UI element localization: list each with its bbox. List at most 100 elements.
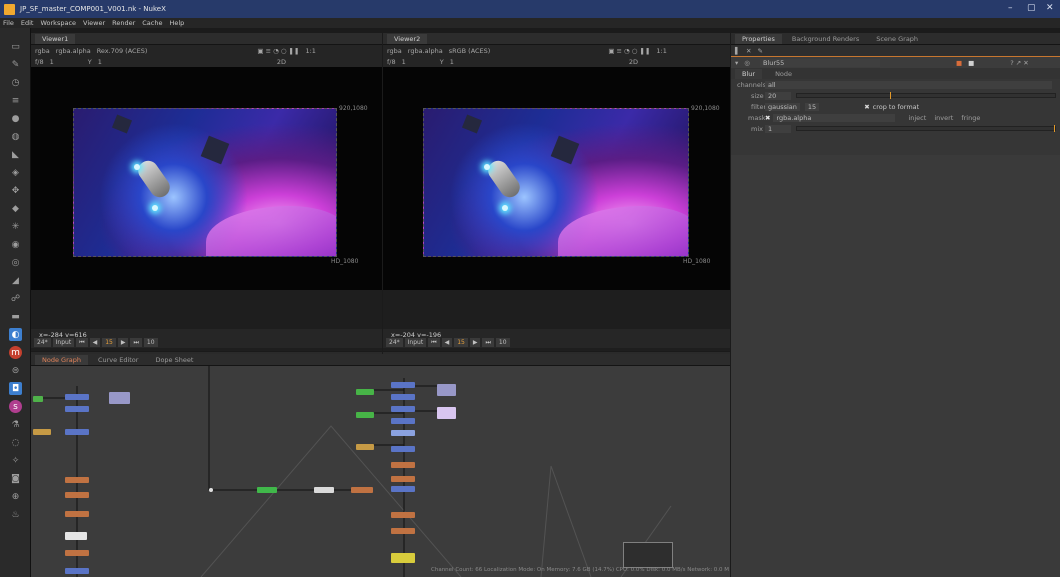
node[interactable]: [65, 394, 89, 400]
filter-quality-field[interactable]: 15: [804, 102, 820, 111]
viewer1-step[interactable]: 10: [143, 338, 158, 347]
viewer1-mode[interactable]: 2D: [277, 58, 286, 66]
views-nodes-icon[interactable]: ◎: [9, 256, 22, 269]
clear-icon[interactable]: ✕: [746, 47, 751, 55]
node-name-field[interactable]: Blur55: [759, 58, 880, 67]
node[interactable]: [356, 389, 374, 395]
viewer2-gamma-lbl[interactable]: 1: [450, 58, 454, 66]
viewer1-fps[interactable]: 24*: [34, 338, 51, 347]
cryptomatte-nodes-icon[interactable]: ⚗: [9, 418, 22, 431]
inject-label[interactable]: inject: [908, 114, 926, 122]
menu-file[interactable]: File: [3, 19, 14, 27]
minimize-button[interactable]: –: [1008, 3, 1013, 13]
dot-node[interactable]: [209, 488, 213, 492]
viewer1-colorspace-select[interactable]: Rex.709 (ACES): [97, 47, 148, 55]
tab-properties[interactable]: Properties: [735, 33, 782, 44]
viewer2-fps[interactable]: 24*: [386, 338, 403, 347]
node[interactable]: [257, 487, 277, 493]
node[interactable]: [437, 384, 456, 396]
mask-select[interactable]: rgba.alpha: [773, 113, 896, 122]
transform-nodes-icon[interactable]: ✥: [9, 184, 22, 197]
tab-viewer2[interactable]: Viewer2: [387, 33, 428, 44]
node[interactable]: [356, 444, 374, 450]
node-color-icon[interactable]: ■: [956, 59, 962, 67]
filter-select[interactable]: gaussian: [765, 102, 800, 111]
node[interactable]: [351, 487, 373, 493]
ofx-nodes-icon[interactable]: ◘: [9, 382, 22, 395]
invert-label[interactable]: invert: [934, 114, 953, 122]
collapse-icon[interactable]: ▾: [735, 59, 738, 67]
menu-render[interactable]: Render: [112, 19, 135, 27]
channels-select[interactable]: all: [765, 80, 1052, 89]
node[interactable]: [391, 512, 415, 518]
viewer1-canvas[interactable]: 920,1080 HD_1080: [31, 67, 382, 290]
viewer2-input[interactable]: Input: [404, 338, 427, 347]
viewer2-frame-lbl[interactable]: 1: [402, 58, 406, 66]
node[interactable]: [391, 486, 415, 492]
node[interactable]: [391, 382, 415, 388]
viewer1-input[interactable]: Input: [52, 338, 75, 347]
prev-frame-button[interactable]: ◀: [89, 338, 101, 347]
viewer1-frame-lbl[interactable]: 1: [50, 58, 54, 66]
size-field[interactable]: 20: [765, 91, 791, 100]
menu-viewer[interactable]: Viewer: [83, 19, 105, 27]
tab-node[interactable]: Node: [768, 69, 799, 79]
node[interactable]: [314, 487, 334, 493]
time-nodes-icon[interactable]: ◷: [9, 76, 22, 89]
node-close-icon[interactable]: ? ↗ ✕: [1010, 59, 1028, 67]
node-graph-panel[interactable]: Node Graph Curve Editor Dope Sheet Chann…: [31, 354, 730, 577]
node[interactable]: [65, 406, 89, 412]
node[interactable]: [33, 429, 51, 435]
viewer1-gamma-lbl[interactable]: 1: [98, 58, 102, 66]
viewer2-frame[interactable]: 15: [454, 338, 468, 347]
viewer2-mode[interactable]: 2D: [629, 58, 638, 66]
furnace-nodes-icon[interactable]: ◐: [9, 328, 22, 341]
smart-nodes-icon[interactable]: ✧: [9, 454, 22, 467]
particles-nodes-icon[interactable]: ✳: [9, 220, 22, 233]
lock-icon[interactable]: ▌: [735, 47, 740, 55]
fire-nodes-icon[interactable]: ♨: [9, 508, 22, 521]
node[interactable]: [391, 462, 415, 468]
prev-frame-button[interactable]: ◀: [441, 338, 453, 347]
fringe-label[interactable]: fringe: [961, 114, 980, 122]
image-nodes-icon[interactable]: ▭: [9, 40, 22, 53]
node[interactable]: [391, 476, 415, 482]
tab-node-graph[interactable]: Node Graph: [35, 354, 88, 365]
pencil-icon[interactable]: ✎: [757, 47, 762, 55]
viewer2-gain-lbl[interactable]: Y: [440, 58, 444, 66]
tab-curve-editor[interactable]: Curve Editor: [91, 355, 145, 365]
node[interactable]: [65, 477, 89, 483]
viewer2-alpha-select[interactable]: rgba.alpha: [408, 47, 443, 55]
viewer2-fstop[interactable]: f/8: [387, 58, 396, 66]
tab-dope-sheet[interactable]: Dope Sheet: [148, 355, 200, 365]
node[interactable]: [356, 412, 374, 418]
3d-nodes-icon[interactable]: ◆: [9, 202, 22, 215]
play-button[interactable]: ▶: [469, 338, 481, 347]
search-nodes-icon[interactable]: ⊜: [9, 364, 22, 377]
tab-viewer1[interactable]: Viewer1: [35, 33, 76, 44]
node-graph-navigator[interactable]: [623, 542, 673, 568]
viewer1-alpha-select[interactable]: rgba.alpha: [56, 47, 91, 55]
draw-nodes-icon[interactable]: ✎: [9, 58, 22, 71]
maximize-button[interactable]: ▢: [1027, 3, 1036, 13]
viewer2-icons[interactable]: ▣ ≡ ◔ ○ ❚❚: [608, 47, 650, 55]
node[interactable]: [65, 550, 89, 556]
node[interactable]: [391, 406, 415, 412]
node[interactable]: [391, 528, 415, 534]
node[interactable]: [391, 418, 415, 424]
mask-checkbox[interactable]: ✖: [765, 114, 770, 122]
viewer1-gain-lbl[interactable]: Y: [88, 58, 92, 66]
tab-blur[interactable]: Blur: [735, 68, 763, 79]
next-frame-button[interactable]: ⏭: [130, 338, 142, 347]
merge-nodes-icon[interactable]: ◈: [9, 166, 22, 179]
first-frame-button[interactable]: ⏮: [428, 338, 440, 347]
toolsets-icon[interactable]: ☍: [9, 292, 22, 305]
first-frame-button[interactable]: ⏮: [76, 338, 88, 347]
node-help-icon[interactable]: ◎: [744, 59, 750, 67]
viewer2-channels-select[interactable]: rgba: [387, 47, 402, 55]
metadata-nodes-icon[interactable]: ◢: [9, 274, 22, 287]
node[interactable]: [391, 394, 415, 400]
node[interactable]: [65, 511, 89, 517]
node[interactable]: [391, 446, 415, 452]
node[interactable]: [109, 392, 130, 404]
